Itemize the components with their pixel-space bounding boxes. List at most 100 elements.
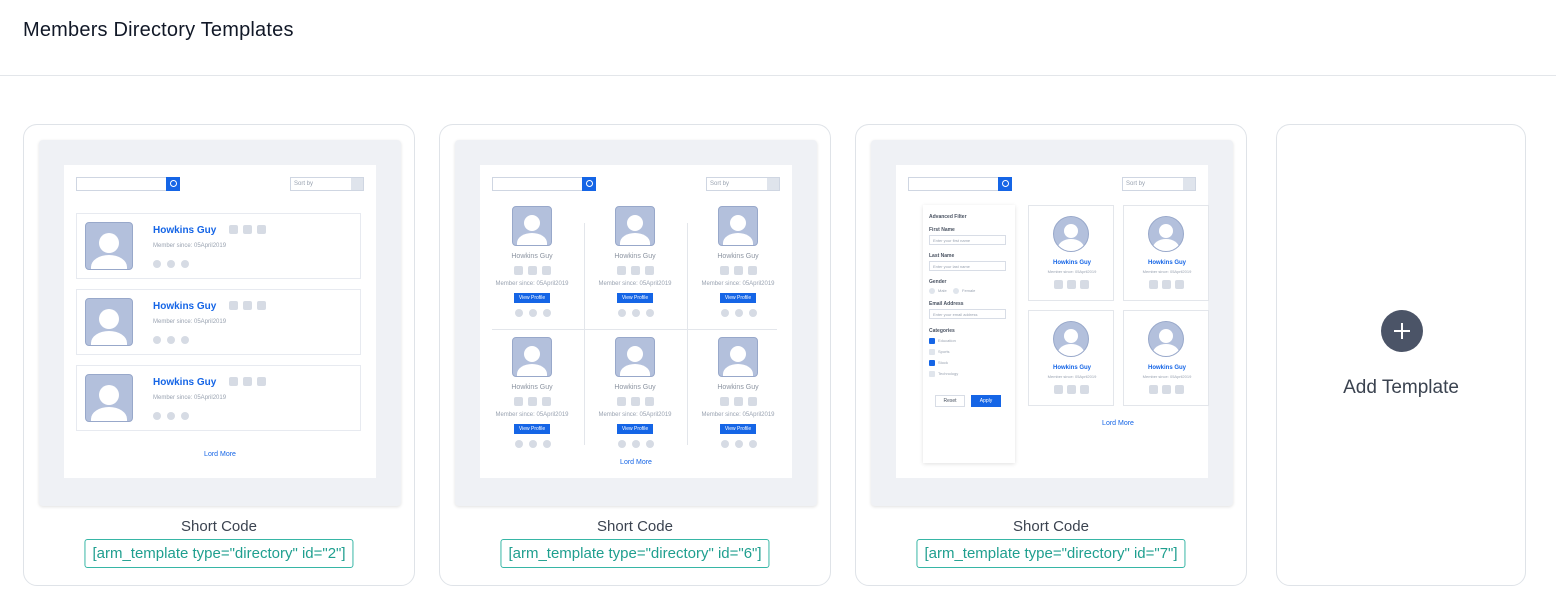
filter-label: First Name <box>929 227 955 233</box>
view-profile-button: View Profile <box>720 424 756 434</box>
load-more-link: Lord More <box>1102 420 1134 427</box>
social-icon <box>1054 280 1063 289</box>
member-name: Howkins Guy <box>717 253 759 260</box>
view-profile-button: View Profile <box>617 424 653 434</box>
page-title: Members Directory Templates <box>23 19 294 41</box>
social-icon <box>1175 385 1184 394</box>
social-icon <box>720 397 729 406</box>
social-dot-icon <box>543 440 551 448</box>
filter-input: Enter your last name <box>929 261 1006 271</box>
filter-input: Enter your first name <box>929 235 1006 245</box>
social-dot-icon <box>646 309 654 317</box>
grid-member: Howkins Guy Member since: 05April2019 Vi… <box>492 336 572 456</box>
filter-option: Sports <box>938 349 950 354</box>
social-icon <box>1149 280 1158 289</box>
member-name: Howkins Guy <box>717 384 759 391</box>
template-card-2[interactable]: Sort by Howkins Guy Member since: 05Apri… <box>23 124 415 586</box>
member-since: Member since: 05April2019 <box>701 412 775 418</box>
preview-search-input <box>492 177 596 191</box>
social-dot-icon <box>167 336 175 344</box>
preview-paper: Sort by Advanced Filter First Name Enter… <box>896 165 1209 478</box>
social-dot-icon <box>181 260 189 268</box>
member-since: Member since: 05April2019 <box>598 281 672 287</box>
social-icon <box>617 397 626 406</box>
social-dot-icon <box>153 336 161 344</box>
member-since: Member since: 05April2019 <box>153 243 227 249</box>
filter-option: Technology <box>938 371 959 376</box>
search-icon <box>582 177 596 191</box>
social-icon <box>1162 385 1171 394</box>
member-name: Howkins Guy <box>153 301 217 312</box>
social-icon <box>243 225 252 234</box>
social-icon <box>229 301 238 310</box>
grid-member: Howkins Guy Member since: 05April2019 Vi… <box>698 205 778 325</box>
social-icon <box>229 225 238 234</box>
grid-member: Howkins Guy Member since: 05April2019 Vi… <box>492 205 572 325</box>
preview-paper: Sort by Howkins Guy Member since: 05Apri… <box>64 165 376 478</box>
social-dot-icon <box>529 309 537 317</box>
template-card-7[interactable]: Sort by Advanced Filter First Name Enter… <box>855 124 1247 586</box>
social-icon <box>1175 280 1184 289</box>
social-dot-icon <box>632 309 640 317</box>
plus-icon[interactable] <box>1381 310 1423 352</box>
preview-member-row: Howkins Guy Member since: 05April2019 <box>76 213 361 279</box>
social-dot-icon <box>721 309 729 317</box>
member-name: Howkins Guy <box>511 384 553 391</box>
short-code-label: Short Code <box>1013 518 1089 535</box>
social-icon <box>514 266 523 275</box>
avatar-icon <box>718 337 758 377</box>
social-dot-icon <box>735 309 743 317</box>
social-icon <box>1080 280 1089 289</box>
social-icon <box>528 266 537 275</box>
social-icon <box>645 266 654 275</box>
social-icon <box>1067 385 1076 394</box>
avatar-icon <box>512 337 552 377</box>
avatar-icon <box>85 374 133 422</box>
social-dot-icon <box>618 309 626 317</box>
social-dot-icon <box>167 412 175 420</box>
search-icon <box>166 177 180 191</box>
social-dot-icon <box>529 440 537 448</box>
search-icon <box>998 177 1012 191</box>
add-template-label[interactable]: Add Template <box>1277 377 1525 399</box>
social-icon <box>645 397 654 406</box>
avatar-icon <box>85 298 133 346</box>
preview-sort-select: Sort by <box>1122 177 1196 191</box>
member-since: Member since: 05April2019 <box>495 412 569 418</box>
member-since: Member since: 05April2019 <box>495 281 569 287</box>
grid-divider <box>687 223 688 445</box>
member-since: Member since: 05April2019 <box>1047 269 1097 274</box>
member-name: Howkins Guy <box>614 384 656 391</box>
social-dot-icon <box>646 440 654 448</box>
preview-advanced-filter: Advanced Filter First Name Enter your fi… <box>923 205 1015 463</box>
filter-title: Advanced Filter <box>929 214 967 220</box>
grid-divider <box>584 223 585 445</box>
member-name: Howkins Guy <box>1052 260 1091 266</box>
member-name: Howkins Guy <box>1052 365 1091 371</box>
short-code-value[interactable]: [arm_template type="directory" id="6"] <box>500 539 770 568</box>
member-since: Member since: 05April2019 <box>153 319 227 325</box>
template-card-6[interactable]: Sort by Howkins Guy Member since: 05Apri… <box>439 124 831 586</box>
template-preview[interactable]: Sort by Howkins Guy Member since: 05Apri… <box>39 140 401 506</box>
social-icon <box>720 266 729 275</box>
member-name: Howkins Guy <box>614 253 656 260</box>
social-icon <box>542 266 551 275</box>
template-preview[interactable]: Sort by Howkins Guy Member since: 05Apri… <box>455 140 817 506</box>
social-dot-icon <box>618 440 626 448</box>
social-icon <box>514 397 523 406</box>
member-name: Howkins Guy <box>511 253 553 260</box>
grid-member: Howkins Guy Member since: 05April2019 <box>1028 205 1114 301</box>
member-since: Member since: 05April2019 <box>701 281 775 287</box>
short-code-value[interactable]: [arm_template type="directory" id="2"] <box>84 539 354 568</box>
social-icon <box>748 397 757 406</box>
view-profile-button: View Profile <box>514 293 550 303</box>
view-profile-button: View Profile <box>514 424 550 434</box>
member-since: Member since: 05April2019 <box>598 412 672 418</box>
short-code-value[interactable]: [arm_template type="directory" id="7"] <box>916 539 1186 568</box>
social-icon <box>257 301 266 310</box>
filter-input: Enter your email address <box>929 309 1006 319</box>
template-preview[interactable]: Sort by Advanced Filter First Name Enter… <box>871 140 1233 506</box>
preview-search-input <box>908 177 1012 191</box>
avatar-icon <box>1053 216 1089 252</box>
add-template-card[interactable]: Add Template <box>1276 124 1526 586</box>
